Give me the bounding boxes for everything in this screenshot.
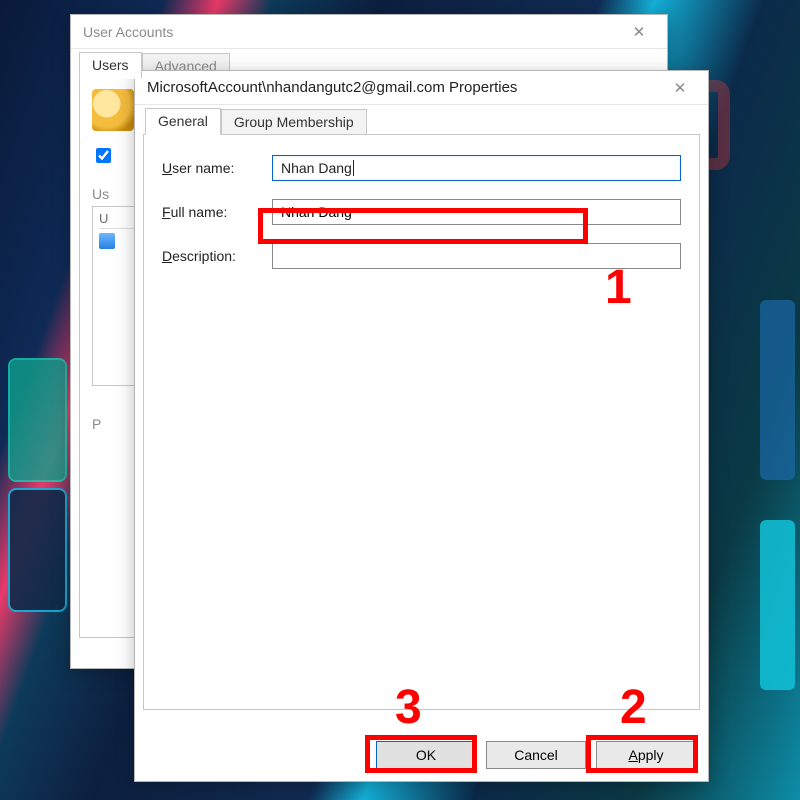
- row-username: User name: Nhan Dang: [162, 155, 681, 181]
- tab-pane-general: User name: Nhan Dang Full name: Descript…: [143, 134, 700, 710]
- titlebar[interactable]: MicrosoftAccount\nhandangutc2@gmail.com …: [135, 71, 708, 105]
- titlebar[interactable]: User Accounts ✕: [71, 15, 667, 49]
- tab-row: General Group Membership: [135, 105, 708, 135]
- cancel-button[interactable]: Cancel: [486, 741, 586, 769]
- decor: [760, 300, 795, 480]
- label-fullname: Full name:: [162, 204, 272, 220]
- close-icon[interactable]: ✕: [619, 17, 659, 47]
- row-description: Description:: [162, 243, 681, 269]
- properties-window: MicrosoftAccount\nhandangutc2@gmail.com …: [134, 70, 709, 782]
- window-title: User Accounts: [83, 24, 619, 40]
- label-username: User name:: [162, 160, 272, 176]
- user-accounts-icon: [92, 89, 134, 131]
- window-title: MicrosoftAccount\nhandangutc2@gmail.com …: [147, 79, 660, 96]
- row-fullname: Full name:: [162, 199, 681, 225]
- fullname-input[interactable]: [272, 199, 681, 225]
- decor: [760, 520, 795, 690]
- ok-button[interactable]: OK: [376, 741, 476, 769]
- dialog-button-row: OK Cancel Apply: [376, 741, 696, 769]
- decor: [10, 360, 65, 480]
- checkbox-input[interactable]: [96, 148, 111, 163]
- description-input[interactable]: [272, 243, 681, 269]
- username-input[interactable]: Nhan Dang: [272, 155, 681, 181]
- close-icon[interactable]: ✕: [660, 73, 700, 103]
- apply-button[interactable]: Apply: [596, 741, 696, 769]
- tab-users[interactable]: Users: [79, 52, 142, 79]
- tab-group-membership[interactable]: Group Membership: [221, 109, 367, 135]
- user-row-icon: [99, 233, 115, 249]
- desktop-background: User Accounts ✕ Users Advanced Us U P: [0, 0, 800, 800]
- decor: [10, 490, 65, 610]
- tab-general[interactable]: General: [145, 108, 221, 135]
- label-description: Description:: [162, 248, 272, 264]
